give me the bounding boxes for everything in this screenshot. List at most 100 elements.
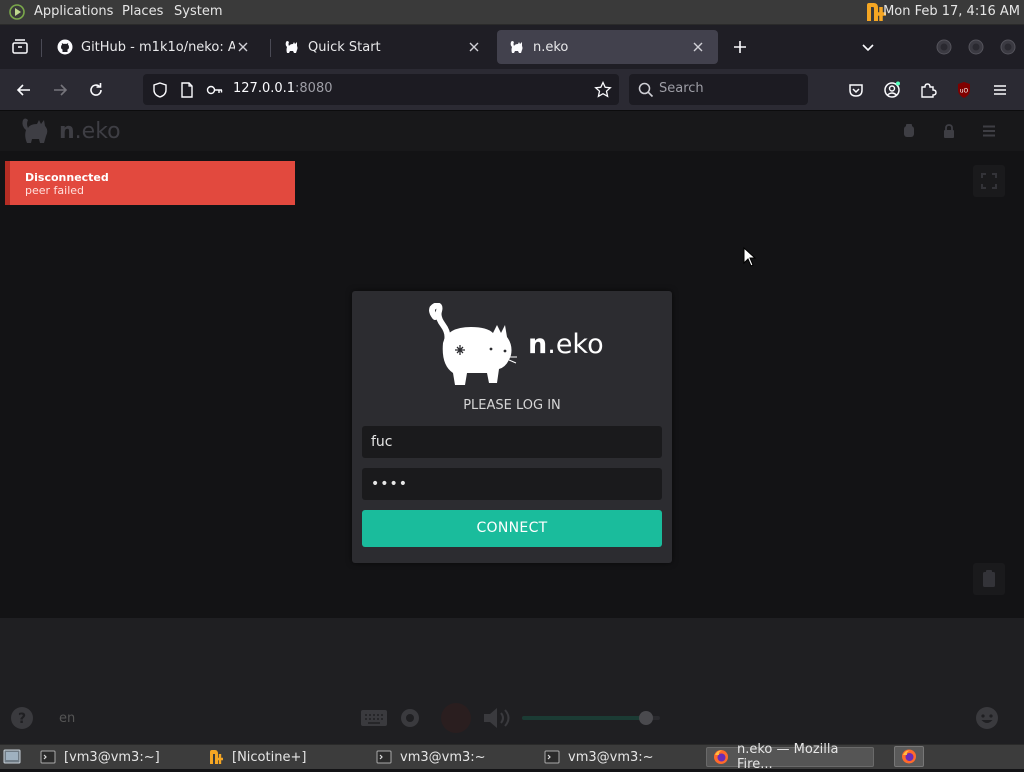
tab-title: n.eko [533, 39, 569, 55]
reload-icon[interactable] [86, 80, 106, 100]
neko-header-brand: n.eko [59, 119, 121, 144]
forward-icon[interactable] [50, 80, 70, 100]
login-brand: n.eko [528, 329, 604, 360]
neko-logo-icon [19, 116, 53, 146]
tab-separator [270, 39, 271, 57]
fullscreen-button[interactable] [973, 165, 1005, 197]
clipboard-button[interactable] [973, 563, 1005, 595]
svg-text:uO: uO [960, 88, 969, 95]
tray-firefox-button[interactable] [894, 746, 924, 767]
volume-fill [522, 716, 646, 720]
brand-rest: .eko [74, 119, 121, 144]
search-bar[interactable]: Search [629, 74, 808, 105]
back-icon[interactable] [14, 80, 34, 100]
applications-menu[interactable]: Applications [34, 4, 113, 19]
taskbar-item-firefox[interactable]: n.eko — Mozilla Fire... [706, 742, 874, 772]
members-icon[interactable] [901, 123, 917, 139]
side-menu-icon[interactable] [981, 123, 997, 139]
terminal-icon [544, 749, 560, 765]
svg-text:?: ? [18, 711, 26, 727]
mouse-cursor-icon [743, 247, 757, 267]
maximize-window-icon[interactable] [966, 37, 986, 57]
connect-button[interactable]: CONNECT [362, 510, 662, 547]
url-port: :8080 [295, 81, 333, 96]
terminal-icon [40, 749, 56, 765]
applications-menu-icon[interactable] [9, 4, 27, 20]
url-text: 127.0.0.1:8080 [233, 81, 333, 96]
password-input[interactable] [362, 468, 662, 500]
taskbar-item-terminal-3[interactable]: vm3@vm3:~ [538, 747, 702, 767]
browser-tab-bar: GitHub - m1k1o/neko: A self Quick Start … [0, 25, 1024, 69]
shield-icon[interactable] [150, 80, 170, 100]
login-dialog: n.eko PLEASE LOG IN CONNECT [352, 291, 672, 563]
close-tab-icon[interactable] [690, 39, 706, 55]
taskbar-label: vm3@vm3:~ [400, 749, 486, 765]
brand-bold: n [528, 329, 548, 360]
url-host: 127.0.0.1 [233, 81, 296, 96]
url-bar[interactable]: 127.0.0.1:8080 [143, 74, 619, 105]
clock[interactable]: Mon Feb 17, 4:16 AM [883, 4, 1020, 19]
volume-icon[interactable] [482, 706, 516, 730]
lock-icon[interactable] [941, 123, 957, 139]
emoji-icon[interactable] [975, 706, 999, 730]
firefox-icon [902, 749, 916, 764]
system-menu[interactable]: System [174, 4, 222, 19]
github-icon [57, 39, 73, 55]
new-tab-icon[interactable] [730, 37, 750, 57]
tab-github[interactable]: GitHub - m1k1o/neko: A self [45, 30, 263, 64]
taskbar-item-nicotine[interactable]: [Nicotine+] [202, 747, 366, 767]
taskbar-item-terminal-2[interactable]: vm3@vm3:~ [370, 747, 534, 767]
taskbar-item-terminal-1[interactable]: [vm3@vm3:~] [34, 747, 194, 767]
close-window-icon[interactable] [998, 37, 1018, 57]
fullscreen-icon [981, 173, 997, 189]
show-desktop-icon[interactable] [3, 748, 21, 766]
page-info-icon[interactable] [177, 80, 197, 100]
ublock-origin-icon[interactable]: uO [954, 80, 974, 100]
taskbar-label: [Nicotine+] [232, 749, 307, 765]
notification-message: peer failed [25, 184, 85, 197]
bookmark-star-icon[interactable] [593, 80, 613, 100]
login-prompt: PLEASE LOG IN [463, 398, 561, 413]
list-all-tabs-icon[interactable] [858, 37, 878, 57]
play-button[interactable] [440, 702, 472, 734]
nicotine-icon [208, 749, 224, 765]
search-placeholder: Search [659, 81, 704, 96]
tab-title: Quick Start [308, 39, 381, 55]
neko-cat-icon [509, 39, 525, 55]
clipboard-icon [983, 570, 995, 587]
volume-knob[interactable] [639, 711, 653, 725]
close-tab-icon[interactable] [235, 39, 251, 55]
tab-separator [41, 39, 42, 57]
tab-neko[interactable]: n.eko [497, 30, 718, 64]
system-top-panel: Applications Places System Mon Feb 17, 4… [0, 0, 1024, 25]
bottom-taskbar: [vm3@vm3:~] [Nicotine+] vm3@vm3:~ vm3@vm… [0, 742, 1024, 772]
neko-header: n.eko [0, 111, 1024, 151]
firefox-icon [713, 749, 729, 765]
neko-cat-logo-icon [427, 303, 519, 389]
hamburger-menu-icon[interactable] [990, 80, 1010, 100]
language-selector[interactable]: en [59, 711, 75, 726]
username-input[interactable] [362, 426, 662, 458]
terminal-icon [376, 749, 392, 765]
account-icon[interactable] [882, 80, 902, 100]
neko-cat-icon [284, 39, 300, 55]
keyboard-icon[interactable] [360, 708, 388, 728]
help-icon[interactable]: ? [10, 706, 34, 730]
search-icon [636, 80, 656, 100]
places-menu[interactable]: Places [122, 4, 163, 19]
record-icon[interactable] [400, 708, 420, 728]
taskbar-label: [vm3@vm3:~] [64, 749, 160, 765]
brand-bold: n [59, 119, 75, 144]
tab-quick-start[interactable]: Quick Start [272, 30, 494, 64]
disconnected-notification[interactable]: Disconnected peer failed [5, 161, 295, 205]
extensions-icon[interactable] [918, 80, 938, 100]
minimize-window-icon[interactable] [934, 37, 954, 57]
pocket-icon[interactable] [846, 80, 866, 100]
tab-overview-icon[interactable] [10, 37, 30, 57]
taskbar-label: vm3@vm3:~ [568, 749, 654, 765]
brand-rest: .eko [547, 329, 604, 360]
key-icon[interactable] [205, 80, 225, 100]
notification-title: Disconnected [25, 171, 109, 184]
close-tab-icon[interactable] [466, 39, 482, 55]
tab-title: GitHub - m1k1o/neko: A self [81, 39, 235, 55]
